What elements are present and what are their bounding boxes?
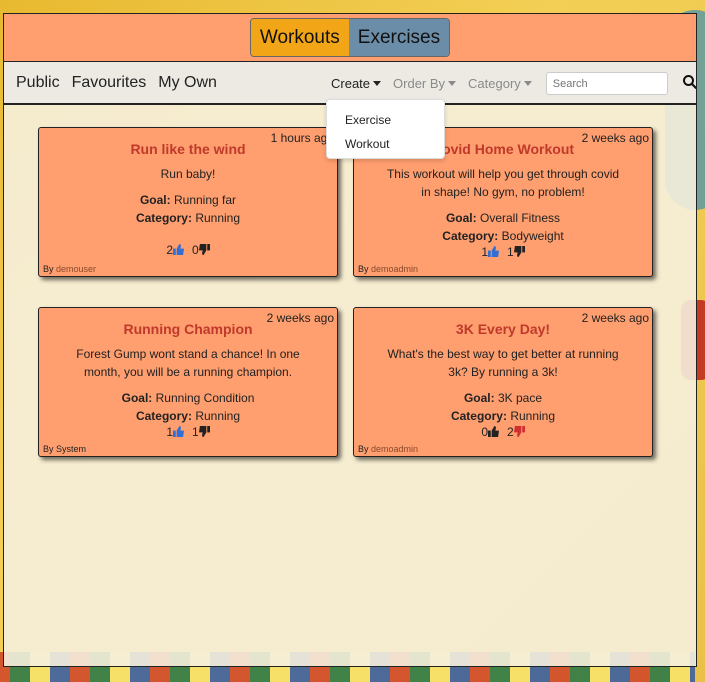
- search-icon[interactable]: [682, 74, 697, 90]
- dislike-count: 1: [192, 425, 199, 439]
- dislike-button[interactable]: 2: [507, 425, 525, 439]
- goal-value: Running far: [173, 193, 237, 207]
- card-category: Category: Running: [39, 209, 337, 227]
- like-count: 2: [166, 243, 173, 257]
- card-author: By demoadmin: [358, 264, 418, 274]
- thumbs-down-icon: [198, 244, 210, 255]
- author-link[interactable]: demoadmin: [371, 444, 418, 454]
- thumbs-down-icon: [198, 426, 210, 437]
- goal-value: Overall Fitness: [479, 211, 561, 225]
- dislike-button[interactable]: 1: [192, 425, 210, 439]
- category-label: Category:: [442, 229, 499, 243]
- card-goal: Goal: 3K pace: [354, 389, 652, 407]
- card-timestamp: 2 weeks ago: [266, 311, 334, 325]
- card-description: This workout will help you get through c…: [386, 167, 620, 199]
- create-dropdown-menu: Exercise Workout: [326, 99, 445, 159]
- create-exercise-item[interactable]: Exercise: [327, 108, 444, 132]
- order-by-label: Order By: [393, 76, 446, 91]
- card-description: Run baby!: [160, 167, 216, 181]
- author-link[interactable]: demouser: [56, 264, 96, 274]
- card-author: By demoadmin: [358, 444, 418, 454]
- card-goal: Goal: Running Condition: [39, 389, 337, 407]
- nav-my-own[interactable]: My Own: [158, 74, 217, 92]
- category-label: Category: [468, 76, 521, 91]
- nav-favourites[interactable]: Favourites: [72, 74, 147, 92]
- goal-label: Goal:: [445, 211, 477, 225]
- goal-label: Goal:: [463, 391, 495, 405]
- card-description: Forest Gump wont stand a chance! In one …: [76, 347, 300, 379]
- section-switch: Workouts Exercises: [249, 18, 451, 57]
- search-input[interactable]: [545, 72, 668, 95]
- category-value: Running: [195, 409, 241, 423]
- thumbs-up-icon: [488, 246, 499, 257]
- dislike-button[interactable]: 0: [192, 243, 210, 257]
- thumbs-up-icon: [488, 426, 499, 437]
- workout-card[interactable]: 2 weeks ago Running Champion Forest Gump…: [38, 307, 338, 457]
- like-count: 1: [166, 425, 173, 439]
- vote-row: 0 2: [354, 425, 652, 439]
- thumbs-up-icon: [173, 426, 184, 437]
- order-by-dropdown[interactable]: Order By: [393, 76, 457, 91]
- dislike-count: 1: [507, 245, 514, 259]
- vote-row: 1 1: [39, 425, 337, 439]
- like-count: 0: [481, 425, 488, 439]
- create-workout-item[interactable]: Workout: [327, 132, 444, 156]
- nav-public[interactable]: Public: [16, 74, 60, 92]
- author-name: System: [56, 444, 87, 454]
- card-description: What's the best way to get better at run…: [387, 347, 619, 379]
- dislike-count: 2: [507, 425, 514, 439]
- card-timestamp: 2 weeks ago: [581, 311, 649, 325]
- like-button[interactable]: 1: [166, 425, 184, 439]
- card-category: Category: Running: [354, 407, 652, 425]
- by-label: By: [43, 264, 54, 274]
- dislike-button[interactable]: 1: [507, 245, 525, 259]
- thumbs-down-icon: [513, 246, 525, 257]
- create-dropdown[interactable]: Create: [331, 76, 382, 91]
- goal-label: Goal:: [121, 391, 153, 405]
- by-label: By: [358, 264, 369, 274]
- chevron-down-icon: [373, 81, 382, 86]
- category-label: Category:: [450, 409, 507, 423]
- card-timestamp: 1 hours ago: [270, 131, 334, 145]
- category-value: Running: [195, 211, 241, 225]
- card-goal: Goal: Overall Fitness: [354, 209, 652, 227]
- card-category: Category: Bodyweight: [354, 227, 652, 245]
- workout-card[interactable]: 2 weeks ago 3K Every Day! What's the bes…: [353, 307, 653, 457]
- goal-value: Running Condition: [155, 391, 255, 405]
- like-button[interactable]: 1: [481, 245, 499, 259]
- category-value: Bodyweight: [501, 229, 564, 243]
- card-timestamp: 2 weeks ago: [581, 131, 649, 145]
- create-label: Create: [331, 76, 371, 91]
- goal-label: Goal:: [139, 193, 171, 207]
- like-count: 1: [481, 245, 488, 259]
- top-tab-bar: Workouts Exercises: [4, 14, 696, 62]
- category-dropdown[interactable]: Category: [468, 76, 532, 91]
- category-value: Running: [510, 409, 556, 423]
- workout-card[interactable]: 1 hours ago Run like the wind Run baby! …: [38, 127, 338, 277]
- tab-exercises[interactable]: Exercises: [348, 19, 450, 56]
- category-label: Category:: [135, 211, 192, 225]
- thumbs-up-icon: [173, 244, 184, 255]
- thumbs-down-icon: [513, 426, 525, 437]
- author-link[interactable]: demoadmin: [371, 264, 418, 274]
- by-label: By: [43, 444, 54, 454]
- chevron-down-icon: [523, 81, 532, 86]
- like-button[interactable]: 2: [166, 243, 184, 257]
- vote-row: 1 1: [354, 245, 652, 259]
- app-window: Workouts Exercises Public Favourites My …: [3, 13, 697, 667]
- by-label: By: [358, 444, 369, 454]
- card-goal: Goal: Running far: [39, 191, 337, 209]
- card-author: By demouser: [43, 264, 96, 274]
- goal-value: 3K pace: [497, 391, 543, 405]
- chevron-down-icon: [448, 81, 457, 86]
- category-label: Category:: [135, 409, 192, 423]
- card-category: Category: Running: [39, 407, 337, 425]
- card-author: By System: [43, 444, 86, 454]
- dislike-count: 0: [192, 243, 199, 257]
- like-button[interactable]: 0: [481, 425, 499, 439]
- vote-row: 2 0: [39, 243, 337, 257]
- tab-workouts[interactable]: Workouts: [250, 19, 349, 56]
